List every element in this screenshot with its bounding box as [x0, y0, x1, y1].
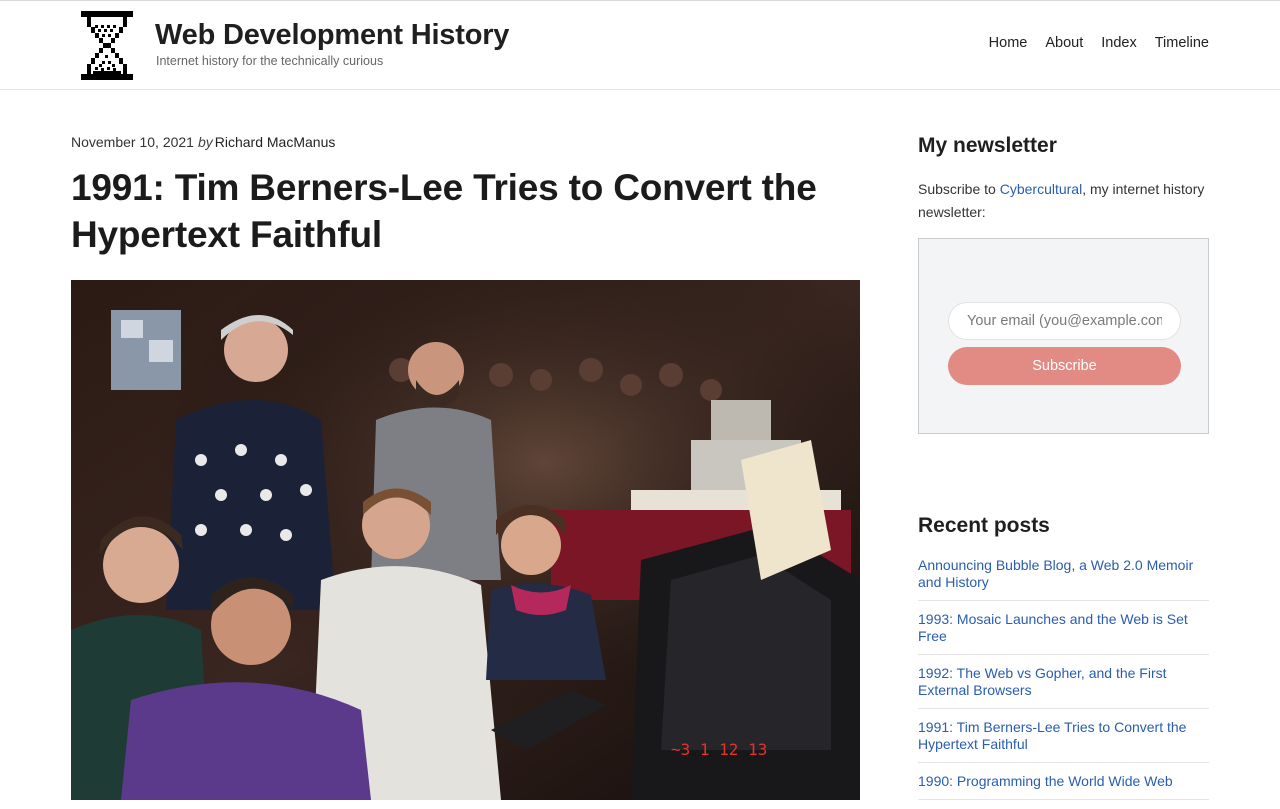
recent-post-link[interactable]: 1992: The Web vs Gopher, and the First E… — [918, 665, 1209, 699]
recent-post-link[interactable]: 1991: Tim Berners-Lee Tries to Convert t… — [918, 719, 1209, 753]
site-title[interactable]: Web Development History — [155, 19, 509, 52]
list-item: 1991: Tim Berners-Lee Tries to Convert t… — [918, 718, 1209, 763]
recent-post-link[interactable]: 1990: Programming the World Wide Web — [918, 773, 1209, 790]
list-item: 1990: Programming the World Wide Web — [918, 772, 1209, 800]
nav-home[interactable]: Home — [989, 35, 1028, 51]
recent-posts-list: Announcing Bubble Blog, a Web 2.0 Memoir… — [918, 556, 1209, 809]
post-date[interactable]: November 10, 2021 — [71, 134, 194, 150]
email-input[interactable] — [948, 302, 1181, 340]
recent-posts-heading: Recent posts — [918, 514, 1050, 537]
post-meta: November 10, 2021 by Richard MacManus — [71, 134, 335, 150]
list-item: 1993: Mosaic Launches and the Web is Set… — [918, 610, 1209, 655]
subscribe-button[interactable]: Subscribe — [948, 347, 1181, 385]
nav-index[interactable]: Index — [1101, 35, 1136, 51]
cybercultural-link[interactable]: Cybercultural — [1000, 181, 1082, 197]
site-header: Web Development History Internet history… — [0, 1, 1280, 90]
newsletter-description: Subscribe to Cybercultural, my internet … — [918, 178, 1218, 224]
recent-post-link[interactable]: 1993: Mosaic Launches and the Web is Set… — [918, 611, 1209, 645]
svg-text:~3 1 12 13: ~3 1 12 13 — [671, 740, 767, 759]
featured-photo: ~3 1 12 13 — [71, 280, 860, 800]
list-item: 1992: The Web vs Gopher, and the First E… — [918, 664, 1209, 709]
post-author[interactable]: Richard MacManus — [215, 134, 336, 150]
list-item: Announcing Bubble Blog, a Web 2.0 Memoir… — [918, 556, 1209, 601]
post-by: by — [197, 134, 213, 150]
recent-post-link[interactable]: Announcing Bubble Blog, a Web 2.0 Memoir… — [918, 557, 1209, 591]
newsletter-text-before: Subscribe to — [918, 181, 1000, 197]
site-tagline: Internet history for the technically cur… — [156, 54, 384, 68]
nav-timeline[interactable]: Timeline — [1155, 35, 1209, 51]
main-nav: Home About Index Timeline — [989, 35, 1209, 51]
newsletter-heading: My newsletter — [918, 134, 1057, 157]
newsletter-form: Subscribe — [918, 238, 1209, 434]
hourglass-logo-icon[interactable] — [81, 11, 133, 80]
post-title: 1991: Tim Berners-Lee Tries to Convert t… — [71, 167, 817, 255]
nav-about[interactable]: About — [1045, 35, 1083, 51]
